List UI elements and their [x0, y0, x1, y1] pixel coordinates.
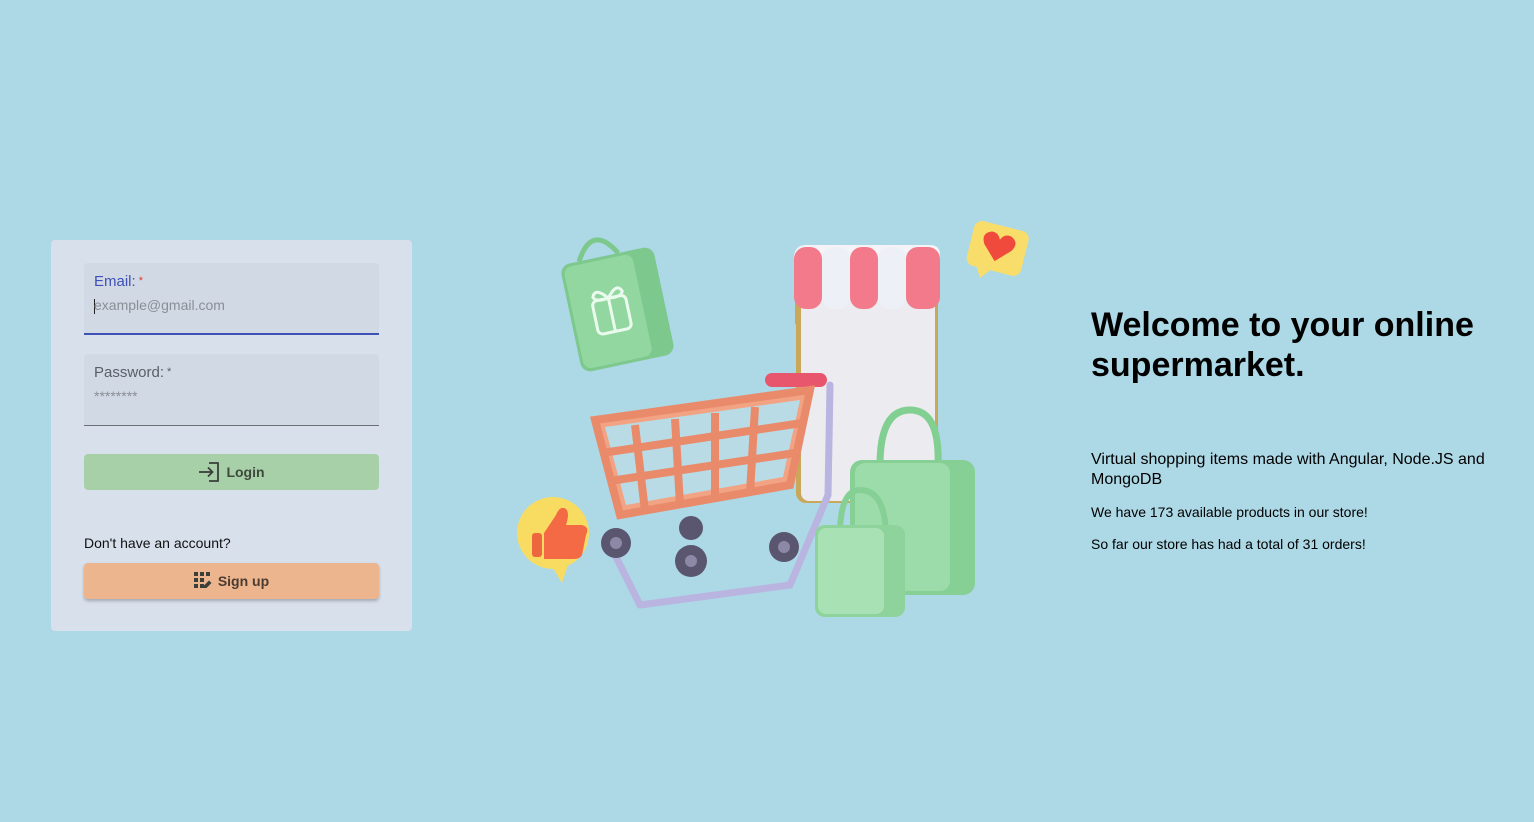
orders-count-text: So far our store has had a total of 31 o… [1091, 536, 1366, 552]
products-count-text: We have 173 available products in our st… [1091, 504, 1368, 520]
login-button-label: Login [226, 464, 265, 480]
password-required-mark: * [167, 366, 172, 378]
email-field[interactable]: Email: * [84, 263, 379, 335]
login-card: Email:* Password:* Login Don't have an a… [51, 240, 412, 631]
welcome-heading: Welcome to your online supermarket. [1091, 306, 1474, 384]
shopping-cart-icon [589, 373, 834, 609]
email-input[interactable] [94, 297, 364, 313]
gift-bag-icon [561, 237, 674, 372]
signup-button-label: Sign up [217, 573, 270, 589]
email-label: Email: * [94, 273, 143, 290]
app-description: Virtual shopping items made with Angular… [1091, 451, 1485, 488]
login-icon [198, 462, 220, 482]
thumbs-up-bubble-icon [517, 497, 589, 583]
password-input[interactable] [94, 388, 364, 404]
app-registration-icon [193, 572, 212, 590]
password-label: Password: * [94, 364, 172, 381]
password-field[interactable]: Password: * [84, 354, 379, 426]
shopping-illustration [510, 215, 1035, 625]
email-required-mark: * [138, 275, 143, 287]
heart-bubble-icon [966, 221, 1029, 279]
login-button[interactable]: Login [84, 454, 379, 490]
signup-button[interactable]: Sign up [84, 563, 379, 599]
no-account-text: Don't have an account? [84, 535, 231, 551]
